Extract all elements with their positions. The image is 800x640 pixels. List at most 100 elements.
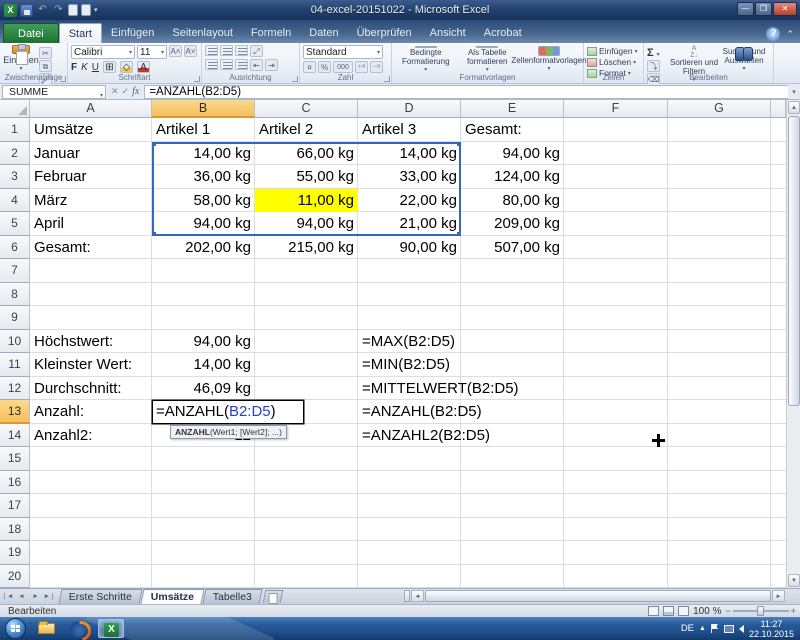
row-header-19[interactable]: 19 bbox=[0, 541, 30, 565]
sort-filter-button[interactable]: AZ↓ Sortieren und Filtern▾ bbox=[669, 45, 719, 72]
scroll-left-icon[interactable]: ◄ bbox=[411, 590, 424, 602]
find-select-button[interactable]: Suchen und Auswählen▾ bbox=[719, 45, 769, 72]
tab-start[interactable]: Start bbox=[59, 23, 102, 43]
cell-A2[interactable]: Januar bbox=[30, 142, 152, 166]
cell-C3[interactable]: 55,00 kg bbox=[255, 165, 358, 189]
column-header-B[interactable]: B bbox=[152, 100, 255, 118]
cell-A4[interactable]: März bbox=[30, 189, 152, 213]
cell-A3[interactable]: Februar bbox=[30, 165, 152, 189]
cell-C6[interactable]: 215,00 kg bbox=[255, 236, 358, 260]
prev-sheet-icon[interactable]: ◄ bbox=[15, 591, 28, 603]
column-header-partial[interactable] bbox=[771, 100, 786, 118]
expand-formula-bar-icon[interactable]: ▾ bbox=[788, 88, 800, 96]
show-hidden-icons[interactable]: ▲ bbox=[699, 625, 706, 632]
align-right-icon[interactable] bbox=[235, 59, 248, 70]
sheet-tab-erste-schritte[interactable]: Erste Schritte bbox=[58, 589, 142, 604]
cell-D10[interactable]: =MAX(B2:D5) bbox=[358, 330, 461, 354]
insert-cells-button[interactable]: Einfügen▾ bbox=[587, 46, 640, 56]
column-header-E[interactable]: E bbox=[461, 100, 564, 118]
row-header-3[interactable]: 3 bbox=[0, 165, 30, 189]
row-header-14[interactable]: 14 bbox=[0, 424, 30, 448]
align-center-icon[interactable] bbox=[220, 59, 233, 70]
fill-icon[interactable]: ⤵ bbox=[647, 60, 660, 72]
row-header-17[interactable]: 17 bbox=[0, 494, 30, 518]
zoom-slider-thumb[interactable] bbox=[757, 606, 764, 616]
cell-A6[interactable]: Gesamt: bbox=[30, 236, 152, 260]
row-header-18[interactable]: 18 bbox=[0, 518, 30, 542]
cell-A1[interactable]: Umsätze bbox=[30, 118, 152, 142]
zoom-out-icon[interactable]: − bbox=[725, 606, 730, 616]
cell-B1[interactable]: Artikel 1 bbox=[152, 118, 255, 142]
row-header-20[interactable]: 20 bbox=[0, 565, 30, 589]
row-header-10[interactable]: 10 bbox=[0, 330, 30, 354]
network-icon[interactable] bbox=[724, 625, 734, 633]
insert-worksheet-icon[interactable] bbox=[263, 590, 284, 603]
normal-view-icon[interactable] bbox=[648, 606, 659, 616]
vertical-scrollbar[interactable]: ▲ ▼ bbox=[786, 100, 800, 588]
cell-A14[interactable]: Anzahl2: bbox=[30, 424, 152, 448]
tab-split-handle[interactable] bbox=[404, 590, 410, 602]
percent-icon[interactable]: % bbox=[318, 61, 331, 73]
column-header-C[interactable]: C bbox=[255, 100, 358, 118]
cell-D11[interactable]: =MIN(B2:D5) bbox=[358, 353, 461, 377]
cell-B5[interactable]: 94,00 kg bbox=[152, 212, 255, 236]
name-box[interactable]: SUMME▾ bbox=[2, 85, 106, 99]
scroll-right-icon[interactable]: ► bbox=[772, 590, 785, 602]
page-layout-view-icon[interactable] bbox=[663, 606, 674, 616]
cell-E6[interactable]: 507,00 kg bbox=[461, 236, 564, 260]
cell-E3[interactable]: 124,00 kg bbox=[461, 165, 564, 189]
excel-taskbar-icon[interactable]: X bbox=[98, 619, 124, 638]
cell-D13[interactable]: =ANZAHL(B2:D5) bbox=[358, 400, 461, 424]
cell-B12[interactable]: 46,09 kg bbox=[152, 377, 255, 401]
sheet-tab-tabelle3[interactable]: Tabelle3 bbox=[203, 589, 263, 604]
cell-D2[interactable]: 14,00 kg bbox=[358, 142, 461, 166]
language-indicator[interactable]: DE bbox=[681, 623, 694, 634]
bold-button[interactable]: F bbox=[71, 62, 77, 73]
delete-cells-button[interactable]: Löschen▾ bbox=[587, 57, 640, 67]
cell-D3[interactable]: 33,00 kg bbox=[358, 165, 461, 189]
row-header-12[interactable]: 12 bbox=[0, 377, 30, 401]
cell-A12[interactable]: Durchschnitt: bbox=[30, 377, 152, 401]
formula-input[interactable]: =ANZAHL(B2:D5) bbox=[144, 85, 788, 99]
cell-C4[interactable]: 11,00 kg bbox=[255, 189, 358, 213]
paste-button[interactable]: Einfügen ▾ bbox=[3, 45, 39, 72]
cell-A5[interactable]: April bbox=[30, 212, 152, 236]
row-header-5[interactable]: 5 bbox=[0, 212, 30, 236]
worksheet-grid[interactable]: ABCDEFG1234567891011121314151617181920Um… bbox=[0, 100, 786, 588]
column-header-A[interactable]: A bbox=[30, 100, 152, 118]
cell-C2[interactable]: 66,00 kg bbox=[255, 142, 358, 166]
tab-datei[interactable]: Datei bbox=[3, 23, 59, 43]
zoom-level[interactable]: 100 % bbox=[693, 606, 721, 617]
row-header-2[interactable]: 2 bbox=[0, 142, 30, 166]
cancel-icon[interactable]: ✕ bbox=[111, 86, 119, 97]
clipboard-dialog-launcher[interactable] bbox=[60, 76, 66, 82]
cell-styles-button[interactable]: Zellenformatvorlagen▾ bbox=[518, 45, 580, 72]
tab-acrobat[interactable]: Acrobat bbox=[475, 23, 531, 43]
tab-überprüfen[interactable]: Überprüfen bbox=[348, 23, 421, 43]
cell-E5[interactable]: 209,00 kg bbox=[461, 212, 564, 236]
column-header-F[interactable]: F bbox=[564, 100, 668, 118]
row-header-7[interactable]: 7 bbox=[0, 259, 30, 283]
row-header-6[interactable]: 6 bbox=[0, 236, 30, 260]
align-top-icon[interactable] bbox=[205, 45, 218, 56]
row-header-8[interactable]: 8 bbox=[0, 283, 30, 307]
italic-button[interactable]: K bbox=[81, 62, 88, 73]
first-sheet-icon[interactable]: ❘◄ bbox=[1, 591, 14, 603]
currency-icon[interactable]: ¤ bbox=[303, 61, 316, 73]
vertical-scroll-thumb[interactable] bbox=[788, 116, 800, 406]
cell-D14[interactable]: =ANZAHL2(B2:D5) bbox=[358, 424, 461, 448]
grow-font-icon[interactable]: A˄ bbox=[169, 45, 182, 57]
firefox-taskbar-icon[interactable] bbox=[66, 619, 92, 638]
cell-B6[interactable]: 202,00 kg bbox=[152, 236, 255, 260]
select-all-corner[interactable] bbox=[0, 100, 30, 118]
fill-color-icon[interactable]: ◇ bbox=[120, 61, 133, 73]
cell-B11[interactable]: 14,00 kg bbox=[152, 353, 255, 377]
zoom-slider[interactable]: − + bbox=[725, 606, 796, 616]
row-header-16[interactable]: 16 bbox=[0, 471, 30, 495]
decrease-decimal-icon[interactable]: ⁻⁰ bbox=[370, 61, 383, 73]
cell-D4[interactable]: 22,00 kg bbox=[358, 189, 461, 213]
increase-indent-icon[interactable]: ⇥ bbox=[265, 59, 278, 71]
editing-cell-B13[interactable]: =ANZAHL(B2:D5) bbox=[152, 400, 304, 424]
align-bottom-icon[interactable] bbox=[235, 45, 248, 56]
autosum-button[interactable]: Σ ▾ bbox=[647, 47, 669, 59]
